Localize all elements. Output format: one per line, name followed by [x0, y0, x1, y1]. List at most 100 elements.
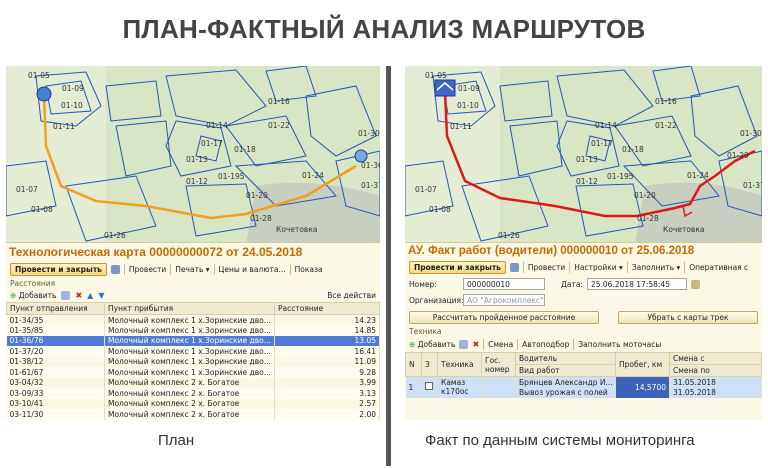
post-button[interactable]: Провести: [528, 263, 565, 272]
copy-icon[interactable]: [459, 340, 469, 349]
shift-from-cell: 31.05.2018: [669, 376, 762, 387]
page-title: ПЛАН-ФАКТНЫЙ АНАЛИЗ МАРШРУТОВ: [122, 14, 646, 44]
date-field[interactable]: 25.06.2018 17:58:45: [586, 278, 687, 290]
distance-cell: 14.85: [274, 325, 380, 336]
calendar-icon[interactable]: [690, 279, 700, 289]
save-icon[interactable]: [509, 263, 519, 272]
number-field[interactable]: 000000010: [463, 278, 545, 290]
parcel-label: 01-22: [655, 121, 677, 130]
mileage-cell[interactable]: 14,5700: [615, 376, 670, 398]
post-and-close-button[interactable]: Провести и закрыть: [10, 263, 107, 276]
shift-button[interactable]: Смена: [488, 340, 513, 349]
parcel-label: 01-17: [201, 139, 223, 148]
column-header[interactable]: Пункт отправления: [6, 302, 105, 315]
toolbar-separator: [517, 339, 519, 350]
departure-cell: 03-04/32: [6, 377, 105, 388]
organization-field[interactable]: АО "Агрокомплекс": [463, 294, 545, 306]
table-row[interactable]: 03-13/68Молочный комплекс 2 х. Богатое2.…: [6, 419, 380, 420]
column-subheader[interactable]: Смена по: [669, 364, 762, 377]
fill-menu[interactable]: Заполнить ▾: [632, 263, 680, 272]
fact-window-title: АУ. Факт работ (водители) 000000010 от 2…: [408, 245, 695, 257]
column-header[interactable]: З: [421, 352, 438, 377]
operative-button[interactable]: Оперативная с: [689, 263, 748, 272]
row-checkbox[interactable]: [421, 376, 438, 398]
column-header[interactable]: Пробег, км: [615, 352, 670, 377]
toolbar-separator: [522, 262, 524, 273]
column-header[interactable]: Гос. номер: [481, 352, 516, 377]
departure-cell: 01-36/76: [6, 335, 105, 346]
checkbox-icon[interactable]: [425, 382, 433, 391]
work-type-cell: Вывоз урожая с полей: [515, 387, 616, 398]
parcel-label: 01-195: [607, 172, 634, 181]
parcel-label: 01-26: [104, 231, 126, 240]
move-down-icon[interactable]: ▼: [98, 291, 104, 300]
copy-icon[interactable]: [61, 291, 71, 300]
save-icon[interactable]: [110, 265, 120, 274]
parcel-label: 01-14: [595, 121, 617, 130]
table-row[interactable]: 03-10/41 Молочный комплекс 2 х. Богатое 2.…: [6, 398, 380, 409]
table-row[interactable]: 03-09/33 Молочный комплекс 2 х. Богатое 3.…: [6, 388, 380, 399]
parcel-label: 01-30: [358, 129, 380, 138]
fact-caption: Факт по данным системы мониторинга: [425, 432, 695, 449]
post-and-close-button[interactable]: Провести и закрыть: [409, 261, 506, 274]
parcel-label: 01-13: [186, 155, 208, 164]
parcel-label: 01-24: [302, 171, 324, 180]
fact-map[interactable]: 01-05 01-09 01-10 01-11 01-16 01-22 01-3…: [405, 66, 762, 244]
vehicles-table: N З Техника Гос. номер Водитель Пробег, …: [405, 352, 762, 398]
add-row-button[interactable]: ⊕ Добавить: [10, 291, 56, 300]
parcel-label: 01-09: [62, 84, 84, 93]
distance-cell: 14.23: [274, 314, 380, 325]
fact-panel: 01-05 01-09 01-10 01-11 01-16 01-22 01-3…: [405, 66, 762, 420]
shift-to-cell: 31.05.2018: [669, 387, 762, 398]
show-button[interactable]: Показа: [295, 265, 323, 274]
departure-cell: 01-61/67: [6, 367, 105, 378]
calc-row: Рассчитать пройденное расстояние Убрать …: [405, 308, 762, 326]
add-row-button[interactable]: ⊕ Добавить: [409, 340, 455, 349]
all-actions-menu[interactable]: Все действи: [327, 291, 376, 300]
parcel-label: 01-10: [61, 101, 83, 110]
vehicle-cell: Камаз к170ос: [437, 376, 482, 398]
column-header[interactable]: Расстояние: [274, 302, 380, 315]
move-up-icon[interactable]: ▲: [87, 291, 93, 300]
table-row[interactable]: 01-61/67 Молочный комплекс 1 х.Зоринские …: [6, 367, 380, 378]
departure-cell: 03-13/68: [6, 419, 105, 420]
fill-motohours-button[interactable]: Заполнить моточасы: [578, 340, 661, 349]
add-label: Добавить: [417, 340, 456, 349]
prices-currency-button[interactable]: Цены и валюта...: [219, 265, 286, 274]
table-row[interactable]: 1 Камаз к170ос Брянцев Александр И... 14…: [405, 376, 762, 398]
toolbar-separator: [213, 264, 215, 275]
parcel-label: 01-16: [655, 97, 677, 106]
distance-cell: 2.00: [274, 409, 380, 420]
delete-icon[interactable]: ✖: [75, 291, 82, 300]
distance-cell: 16.41: [274, 346, 380, 357]
post-button[interactable]: Провести: [129, 265, 166, 274]
plan-map[interactable]: 01-05 01-09 01-10 01-11 01-16 01-22 01-3…: [6, 66, 380, 244]
table-row[interactable]: 03-11/30 Молочный комплекс 2 х. Богатое 2.…: [6, 409, 380, 420]
calculate-distance-button[interactable]: Рассчитать пройденное расстояние: [409, 311, 599, 324]
add-icon: ⊕: [409, 340, 416, 349]
column-subheader[interactable]: Вид работ: [515, 364, 616, 377]
print-menu[interactable]: Печать ▾: [175, 265, 209, 274]
settings-menu[interactable]: Настройки ▾: [574, 263, 623, 272]
parcel-label: 01-28: [637, 214, 659, 223]
table-row[interactable]: 01-36/76 Молочный комплекс 1 х.Зоринские …: [6, 335, 380, 346]
table-row[interactable]: 01-37/20 Молочный комплекс 1 х.Зоринские …: [6, 346, 380, 357]
column-header[interactable]: N: [405, 352, 422, 377]
column-header[interactable]: Техника: [437, 352, 482, 377]
number-date-row: Номер: 000000010 Дата: 25.06.2018 17:58:…: [405, 276, 762, 292]
remove-track-button[interactable]: Убрать с карты трек: [618, 311, 758, 324]
column-header[interactable]: Смена с: [669, 352, 762, 365]
vehicles-toolbar: ⊕ Добавить ✖ Смена Автоподбор Заполнить …: [405, 337, 762, 352]
column-header[interactable]: Пункт прибытия: [104, 302, 275, 315]
parcel-label: 01-37: [743, 181, 762, 190]
column-header[interactable]: Водитель: [515, 352, 616, 365]
table-row[interactable]: 01-35/85 Молочный комплекс 1 х.Зоринские …: [6, 325, 380, 336]
table-row[interactable]: 01-38/12 Молочный комплекс 1 х.Зоринские …: [6, 356, 380, 367]
delete-icon[interactable]: ✖: [472, 340, 479, 349]
add-label: Добавить: [18, 291, 57, 300]
autoselect-button[interactable]: Автоподбор: [522, 340, 569, 349]
parcel-label: 01-17: [591, 139, 613, 148]
table-row[interactable]: 01-34/35 Молочный комплекс 1 х.Зоринские …: [6, 314, 380, 325]
table-row[interactable]: 03-04/32 Молочный комплекс 2 х. Богатое 3.…: [6, 377, 380, 388]
parcel-label: 01-07: [415, 185, 437, 194]
